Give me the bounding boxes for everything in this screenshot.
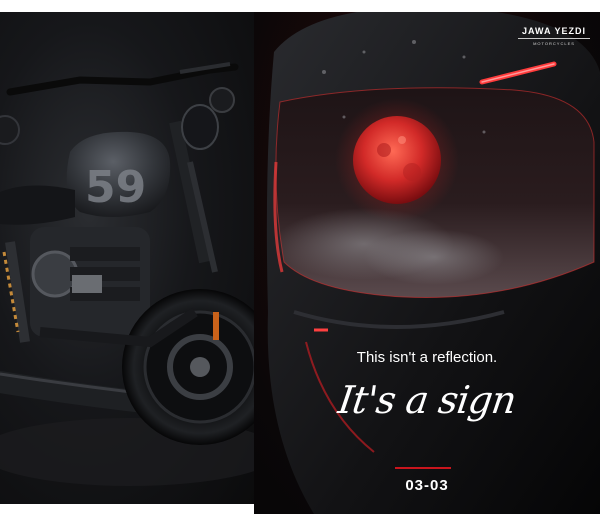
launch-date: 03-03 — [405, 477, 449, 494]
brand-name: JAWA YEZDI — [521, 26, 586, 36]
poster-frame: 59 JAWA YEZDI MOTORCYCLES This isn't a r… — [0, 0, 600, 514]
motorcycle-photo: 59 — [0, 12, 254, 504]
brand-logo: JAWA YEZDI MOTORCYCLES — [518, 26, 590, 46]
svg-text:59: 59 — [85, 162, 146, 213]
script-headline: It's a sign — [335, 378, 519, 422]
tagline: This isn't a reflection. — [356, 349, 498, 366]
moon-icon — [353, 116, 441, 204]
red-divider — [395, 467, 451, 469]
brand-subtitle: MOTORCYCLES — [518, 38, 590, 46]
helmet-icon — [266, 12, 600, 514]
helmet-photo: JAWA YEZDI MOTORCYCLES — [254, 12, 600, 514]
motorcycle-icon: 59 — [0, 62, 254, 486]
